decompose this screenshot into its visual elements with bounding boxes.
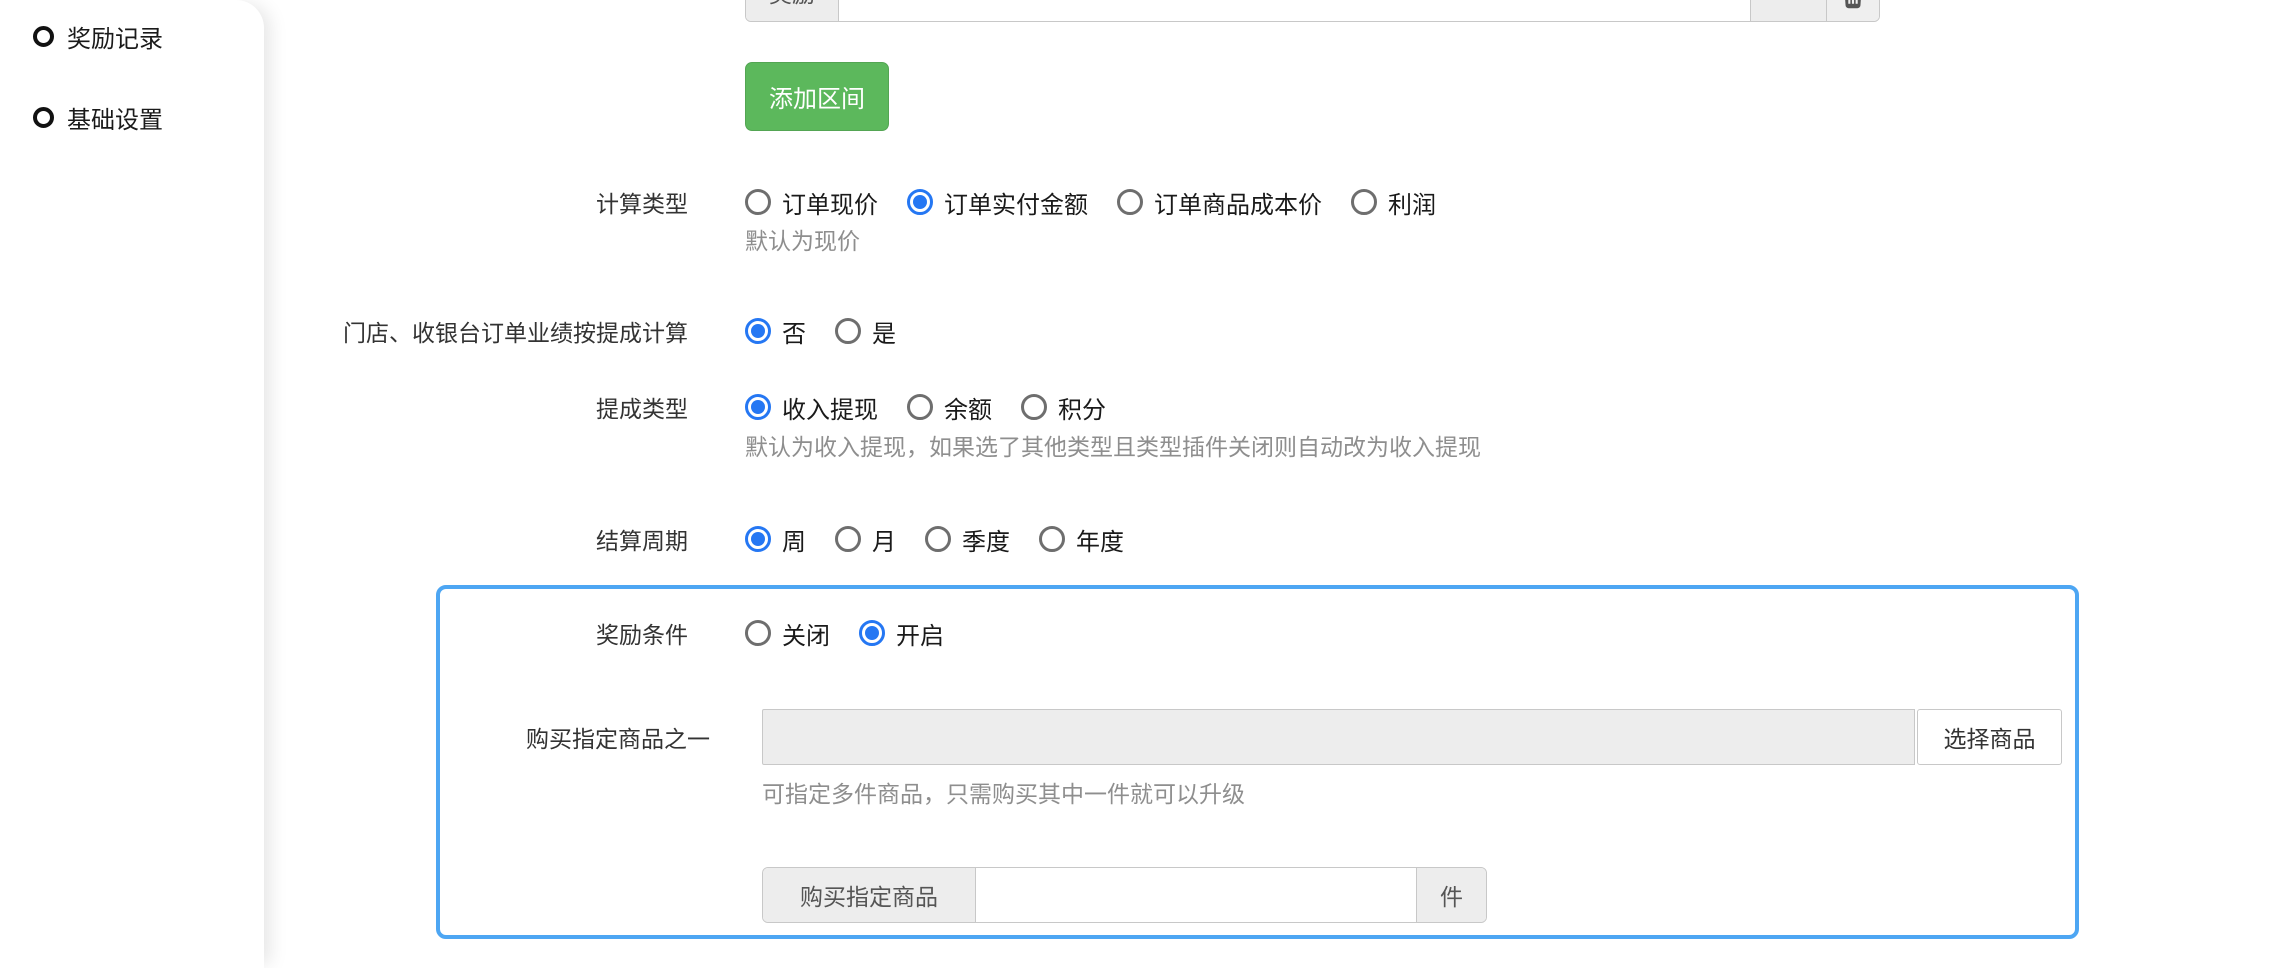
radio-order-current-price[interactable]: 订单现价 [745,185,878,220]
row-product-qty: 购买指定商品 件 [0,867,2276,923]
radio-icon-checked [907,189,933,215]
radio-year[interactable]: 年度 [1039,522,1124,557]
radio-store-no[interactable]: 否 [745,314,806,349]
radio-order-paid-amount[interactable]: 订单实付金额 [907,185,1088,220]
row-reward-condition: 奖励条件 关闭 开启 [0,616,2276,650]
row-commission-type-help: 默认为收入提现，如果选了其他类型且类型插件关闭则自动改为收入提现 [0,428,2276,462]
row-commission-type: 提成类型 收入提现 余额 积分 [0,390,2276,424]
radio-icon [745,620,771,646]
sidebar: 奖励记录 基础设置 [0,0,264,968]
radio-store-yes[interactable]: 是 [835,314,896,349]
radio-icon [1021,394,1047,420]
radio-points[interactable]: 积分 [1021,390,1106,425]
radio-icon [835,526,861,552]
row-calc-type: 计算类型 订单现价 订单实付金额 订单商品成本价 利润 [0,185,2276,219]
product-qty-prefix-addon: 购买指定商品 [763,868,976,922]
radio-icon [925,526,951,552]
radio-icon [1117,189,1143,215]
radio-order-cost-price[interactable]: 订单商品成本价 [1117,185,1322,220]
circle-icon [33,107,54,128]
unit-addon: 件 [1416,868,1486,922]
radio-profit[interactable]: 利润 [1351,185,1436,220]
radio-icon [907,394,933,420]
sidebar-item-basic-settings[interactable]: 基础设置 [33,97,163,137]
reward-tier-input-group: 奖励 % [745,0,1880,22]
radio-icon-checked [745,318,771,344]
radio-income-withdraw[interactable]: 收入提现 [745,390,878,425]
radio-week[interactable]: 周 [745,522,806,557]
row-product-one-help: 可指定多件商品，只需购买其中一件就可以升级 [0,775,2276,809]
radio-quarter[interactable]: 季度 [925,522,1010,557]
calc-type-help: 默认为现价 [745,222,860,256]
radio-icon [1351,189,1377,215]
trash-icon [1837,0,1869,9]
select-product-button[interactable]: 选择商品 [1917,709,2062,765]
radio-icon-checked [745,394,771,420]
radio-condition-on[interactable]: 开启 [859,616,944,651]
commission-type-help: 默认为收入提现，如果选了其他类型且类型插件关闭则自动改为收入提现 [745,428,1481,462]
row-calc-type-help: 默认为现价 [0,222,2276,256]
radio-month[interactable]: 月 [835,522,896,557]
circle-icon [33,26,54,47]
product-qty-group: 购买指定商品 件 [762,867,1487,923]
page: 奖励记录 基础设置 奖励 % 添加区间 [0,0,2276,968]
radio-condition-off[interactable]: 关闭 [745,616,830,651]
reward-percent-input[interactable] [839,0,1750,21]
reward-prefix-addon: 奖励 [746,0,839,21]
radio-icon [1039,526,1065,552]
sidebar-item-label: 奖励记录 [67,19,163,54]
product-one-help: 可指定多件商品，只需购买其中一件就可以升级 [762,775,1245,809]
radio-icon [835,318,861,344]
row-product-one: 购买指定商品之一 选择商品 [0,709,2276,765]
delete-tier-button[interactable] [1826,0,1879,21]
product-one-input[interactable] [762,709,1915,765]
row-store-commission: 门店、收银台订单业绩按提成计算 否 是 [0,314,2276,348]
radio-icon [745,189,771,215]
radio-icon-checked [859,620,885,646]
percent-addon: % [1750,0,1826,21]
radio-icon-checked [745,526,771,552]
product-qty-input[interactable] [976,868,1416,922]
row-settlement-cycle: 结算周期 周 月 季度 年度 [0,522,2276,556]
radio-balance[interactable]: 余额 [907,390,992,425]
sidebar-item-reward-records[interactable]: 奖励记录 [33,16,163,56]
sidebar-item-label: 基础设置 [67,100,163,135]
add-range-button[interactable]: 添加区间 [745,62,889,131]
